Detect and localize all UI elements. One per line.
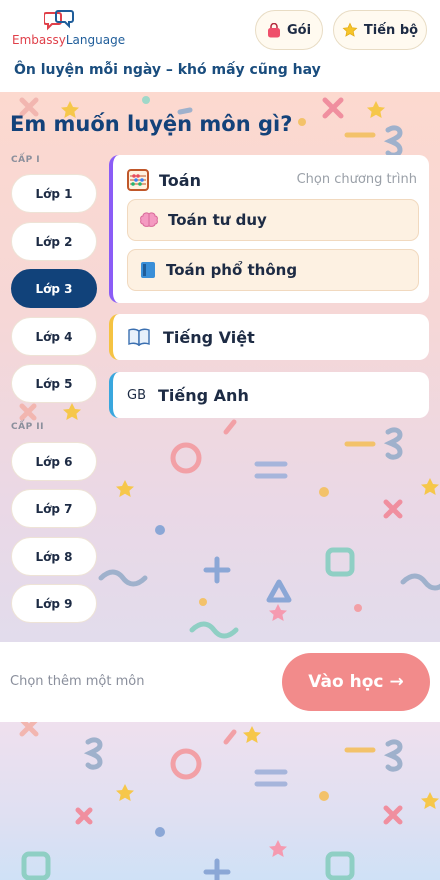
brain-icon	[140, 212, 158, 227]
playground-background-lower	[0, 722, 440, 880]
grade-8-button[interactable]: Lớp 8	[11, 537, 97, 576]
brand-name: EmbassyLanguage	[12, 33, 126, 47]
page-title: Em muốn luyện môn gì?	[10, 112, 293, 136]
math-header: Toán	[127, 167, 201, 193]
choose-program-link[interactable]: Chọn chương trình	[297, 172, 417, 187]
grade-9-button[interactable]: Lớp 9	[11, 584, 97, 623]
tagline: Ôn luyện mỗi ngày – khó mấy cũng hay	[14, 62, 321, 78]
abacus-icon	[127, 169, 149, 191]
book-icon	[141, 262, 155, 278]
tienbo-button[interactable]: Tiến bộ	[333, 10, 427, 50]
brand-logo[interactable]: EmbassyLanguage	[12, 10, 132, 50]
grade-7-button[interactable]: Lớp 7	[11, 489, 97, 528]
speech-bubbles-icon	[44, 10, 74, 31]
cap1-label: CẤP I	[11, 155, 41, 165]
math-symbols-decoration-lower	[19, 722, 439, 880]
grade-3-button[interactable]: Lớp 3	[11, 269, 97, 308]
english-label: Tiếng Anh	[158, 385, 249, 405]
subject-card-english[interactable]: GB Tiếng Anh	[109, 372, 429, 418]
app-header: EmbassyLanguage Gói Tiến bộ Ôn luyện mỗi…	[0, 0, 440, 92]
star-icon	[342, 22, 358, 37]
grade-4-button[interactable]: Lớp 4	[11, 317, 97, 356]
cap2-label: CẤP II	[11, 422, 44, 432]
option-thinking-math[interactable]: Toán tư duy	[127, 199, 419, 241]
bag-icon	[267, 22, 280, 37]
math-label: Toán	[159, 170, 201, 190]
goi-label: Gói	[286, 22, 312, 38]
bottom-action-bar: Chọn thêm một môn Vào học →	[0, 642, 440, 722]
open-book-icon	[128, 328, 150, 346]
gb-flag-label: GB	[127, 387, 146, 403]
grade-2-button[interactable]: Lớp 2	[11, 222, 97, 261]
general-math-label: Toán phổ thông	[166, 261, 298, 279]
vietnamese-label: Tiếng Việt	[163, 327, 255, 347]
subject-card-vietnamese[interactable]: Tiếng Việt	[109, 314, 429, 360]
grade-6-button[interactable]: Lớp 6	[11, 442, 97, 481]
option-general-math[interactable]: Toán phổ thông	[127, 249, 419, 291]
grade-5-button[interactable]: Lớp 5	[11, 364, 97, 403]
tienbo-label: Tiến bộ	[363, 22, 419, 38]
start-learning-label: Vào học	[308, 672, 384, 692]
add-subject-link[interactable]: Chọn thêm một môn	[10, 674, 144, 689]
subject-card-math[interactable]: Toán Chọn chương trình Toán tư duy Toán …	[109, 155, 429, 303]
arrow-right-icon: →	[389, 672, 404, 692]
grade-1-button[interactable]: Lớp 1	[11, 174, 97, 213]
start-learning-button[interactable]: Vào học →	[282, 653, 430, 711]
goi-button[interactable]: Gói	[255, 10, 323, 50]
thinking-math-label: Toán tư duy	[168, 211, 267, 229]
